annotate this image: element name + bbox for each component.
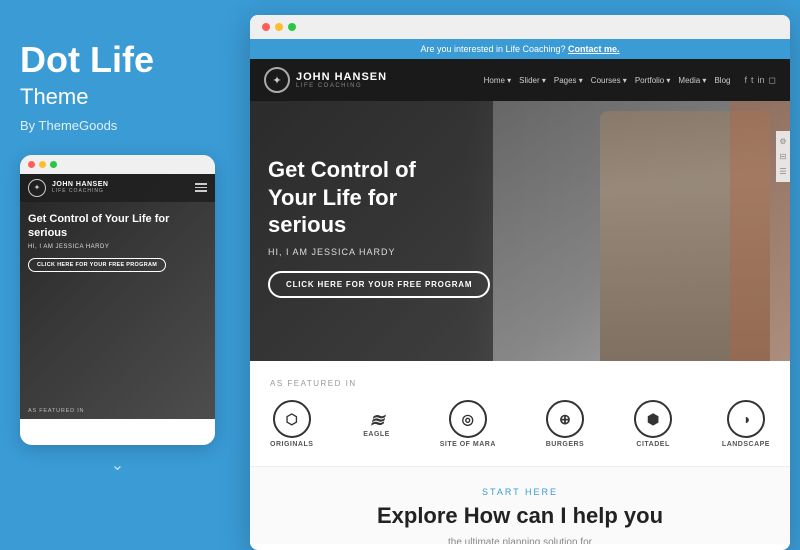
site-logo-circle: ✦ (264, 67, 290, 93)
hero-background (493, 101, 790, 361)
left-panel: Dot Life Theme By ThemeGoods ✦ JOHN HANS… (0, 0, 235, 550)
mobile-hero-text: Get Control of Your Life for serious HI,… (28, 212, 207, 273)
nav-home[interactable]: Home ▾ (484, 76, 512, 85)
brand-eagle: ≋ EAGLE (363, 410, 390, 438)
scroll-icon-3: ☰ (779, 167, 786, 176)
citadel-icon: ⬢ (634, 400, 672, 438)
mobile-featured-label: AS FEATURED IN (28, 408, 84, 414)
site-navigation: ✦ JOHN HANSEN LIFE COACHING Home ▾ Slide… (250, 59, 790, 101)
brand-site-of-mara: ◎ SITE OF MARA (440, 400, 496, 448)
mobile-scroll-arrow: ⌄ (20, 455, 215, 475)
notif-text: Are you interested in Life Coaching? (420, 44, 565, 54)
mobile-browser-bar (20, 155, 215, 174)
nav-pages[interactable]: Pages ▾ (554, 76, 583, 85)
notification-bar: Are you interested in Life Coaching? Con… (250, 39, 790, 59)
nav-slider[interactable]: Slider ▾ (519, 76, 546, 85)
brand-landscape: ◑ LANDSCAPE (722, 400, 770, 448)
mobile-hamburger-icon (195, 183, 207, 192)
originals-label: ORIGINALS (270, 441, 313, 448)
hero-byline: HI, I AM JESSICA HARDY (268, 247, 490, 257)
twitter-icon[interactable]: t (751, 75, 754, 86)
site-logo: ✦ JOHN HANSEN LIFE COACHING (264, 67, 387, 93)
site-brand-name: JOHN HANSEN (296, 71, 387, 83)
burgers-label: BURGERS (546, 441, 585, 448)
nav-social-icons: f t in ◻ (744, 75, 776, 86)
featured-label: AS FEATURED IN (270, 379, 770, 388)
theme-title: Dot Life (20, 40, 215, 80)
browser-window: Are you interested in Life Coaching? Con… (250, 15, 790, 550)
burgers-icon: ⊕ (546, 400, 584, 438)
browser-dot-red (262, 23, 270, 31)
hero-cta-button[interactable]: CLICK HERE FOR YOUR FREE PROGRAM (268, 271, 490, 298)
nav-portfolio[interactable]: Portfolio ▾ (635, 76, 671, 85)
scroll-sidebar: ⚙ ⊟ ☰ (776, 131, 790, 182)
start-here-label: START HERE (270, 487, 770, 497)
site-logo-icon: ✦ (272, 74, 281, 87)
hero-text: Get Control of Your Life for serious HI,… (268, 156, 490, 298)
mobile-brand-tagline: LIFE COACHING (52, 188, 108, 194)
browser-top-bar (250, 15, 790, 39)
bottom-heading: Explore How can I help you (270, 503, 770, 529)
hero-heading: Get Control of Your Life for serious (268, 156, 468, 239)
hero-section: Get Control of Your Life for serious HI,… (250, 101, 790, 361)
nav-courses[interactable]: Courses ▾ (591, 76, 627, 85)
facebook-icon[interactable]: f (744, 75, 747, 86)
featured-logos: ⬡ ORIGINALS ≋ EAGLE ◎ SITE OF MARA (270, 400, 770, 448)
mara-label: SITE OF MARA (440, 441, 496, 448)
eagle-label: EAGLE (363, 431, 390, 438)
site-brand: JOHN HANSEN LIFE COACHING (296, 71, 387, 89)
mobile-dot-red (28, 161, 35, 168)
mobile-content: ✦ JOHN HANSEN LIFE COACHING Get Control … (20, 174, 215, 419)
mobile-nav: ✦ JOHN HANSEN LIFE COACHING (20, 174, 215, 202)
theme-author: By ThemeGoods (20, 118, 215, 133)
originals-icon: ⬡ (273, 400, 311, 438)
mobile-logo-circle: ✦ (28, 179, 46, 197)
browser-dot-yellow (275, 23, 283, 31)
eagle-icon: ≋ (370, 410, 384, 431)
mobile-cta-button[interactable]: CLICK HERE FOR YOUR FREE PROGRAM (28, 258, 166, 272)
bottom-sub-1: the ultimate planning solution for (270, 537, 770, 544)
brand-originals: ⬡ ORIGINALS (270, 400, 313, 448)
mara-icon: ◎ (449, 400, 487, 438)
mobile-hero-byline: HI, I AM JESSICA HARDY (28, 244, 207, 250)
linkedin-icon[interactable]: in (758, 75, 765, 86)
scroll-icon-2: ⊟ (780, 152, 787, 161)
featured-section: AS FEATURED IN ⬡ ORIGINALS ≋ EAGLE ◎ (250, 361, 790, 466)
notif-link[interactable]: Contact me. (568, 44, 620, 54)
mobile-logo-icon: ✦ (34, 183, 41, 192)
brand-citadel: ⬢ CITADEL (634, 400, 672, 448)
mobile-preview-card: ✦ JOHN HANSEN LIFE COACHING Get Control … (20, 155, 215, 445)
mobile-brand-name: JOHN HANSEN (52, 181, 108, 188)
browser-content: Are you interested in Life Coaching? Con… (250, 39, 790, 544)
mobile-brand: JOHN HANSEN LIFE COACHING (52, 181, 108, 194)
mobile-overlay (20, 174, 215, 419)
landscape-icon: ◑ (727, 400, 765, 438)
citadel-label: CITADEL (636, 441, 669, 448)
nav-media[interactable]: Media ▾ (678, 76, 706, 85)
site-brand-tagline: LIFE COACHING (296, 83, 387, 89)
browser-dot-green (288, 23, 296, 31)
scroll-icon-1: ⚙ (779, 137, 786, 146)
landscape-label: LANDSCAPE (722, 441, 770, 448)
theme-subtitle: Theme (20, 84, 215, 110)
mobile-dot-green (50, 161, 57, 168)
mobile-hero-heading: Get Control of Your Life for serious (28, 212, 207, 241)
bottom-cta-section: START HERE Explore How can I help you th… (250, 466, 790, 544)
instagram-icon[interactable]: ◻ (769, 75, 776, 86)
nav-blog[interactable]: Blog (714, 76, 730, 85)
brand-burgers: ⊕ BURGERS (546, 400, 585, 448)
nav-links: Home ▾ Slider ▾ Pages ▾ Courses ▾ Portfo… (484, 75, 776, 86)
mobile-dot-yellow (39, 161, 46, 168)
